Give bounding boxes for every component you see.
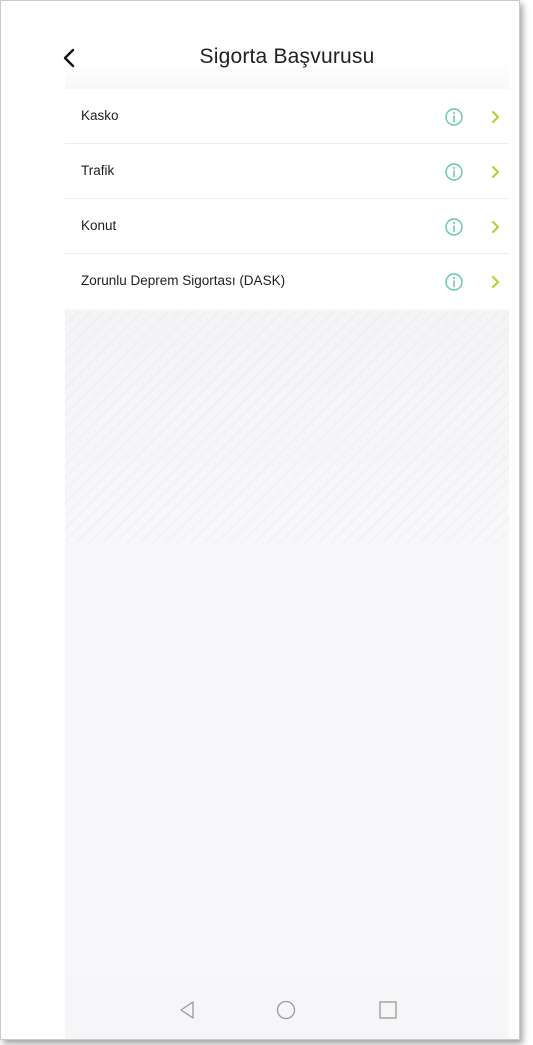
app-header: Sigorta Başvurusu: [63, 1, 509, 89]
chevron-right-icon: [492, 276, 499, 288]
info-circle-icon[interactable]: [444, 217, 464, 237]
list-item-kasko[interactable]: Kasko: [65, 89, 509, 144]
background-pattern: [65, 311, 509, 543]
item-label: Kasko: [81, 108, 119, 123]
system-nav-bar: [65, 976, 509, 1039]
item-label: Trafik: [81, 163, 115, 178]
info-circle-icon[interactable]: [444, 272, 464, 292]
app-screen: Sigorta Başvurusu Kasko Trafik Konut Zor…: [63, 1, 509, 1039]
chevron-right-icon: [492, 221, 499, 233]
chevron-right-icon: [492, 111, 499, 123]
chevron-right-icon: [492, 166, 499, 178]
list-item-dask[interactable]: Zorunlu Deprem Sigortası (DASK): [65, 254, 509, 309]
info-circle-icon[interactable]: [444, 162, 464, 182]
recents-square-icon[interactable]: [376, 998, 400, 1022]
item-label: Zorunlu Deprem Sigortası (DASK): [81, 273, 286, 288]
page-title: Sigorta Başvurusu: [199, 45, 375, 68]
back-triangle-icon[interactable]: [175, 998, 199, 1022]
info-circle-icon[interactable]: [444, 107, 464, 127]
insurance-list: Kasko Trafik Konut Zorunlu Deprem Sigort…: [65, 89, 509, 309]
list-item-konut[interactable]: Konut: [65, 199, 509, 254]
device-frame: Sigorta Başvurusu Kasko Trafik Konut Zor…: [0, 0, 520, 1040]
list-item-trafik[interactable]: Trafik: [65, 144, 509, 199]
item-label: Konut: [81, 218, 117, 233]
home-circle-icon[interactable]: [274, 998, 298, 1022]
